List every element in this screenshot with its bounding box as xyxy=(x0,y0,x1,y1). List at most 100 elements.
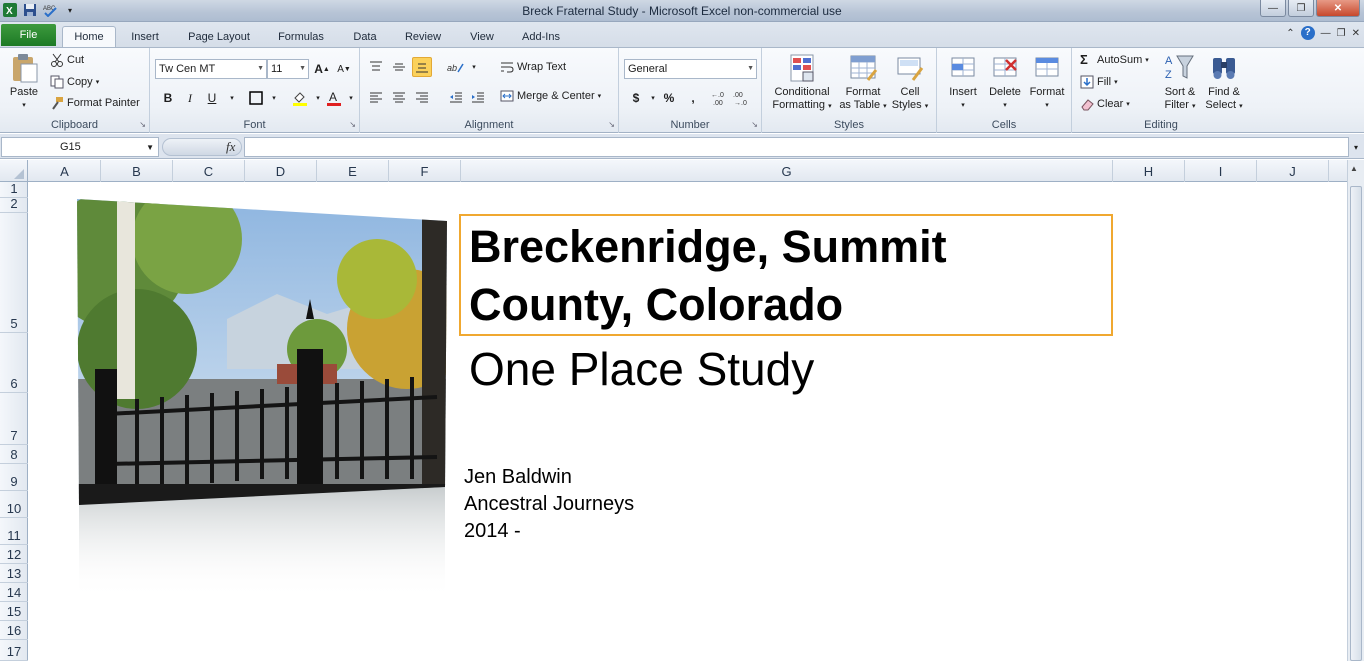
row-header[interactable]: 2 xyxy=(0,196,28,213)
column-header-e[interactable]: E xyxy=(317,160,389,182)
row-header[interactable]: 14 xyxy=(0,583,28,602)
conditional-formatting-button[interactable]: Conditional Formatting ▾ xyxy=(766,52,838,113)
help-icon[interactable]: ? xyxy=(1300,26,1315,40)
underline-dropdown-icon[interactable]: ▾ xyxy=(222,88,242,108)
clipboard-launcher-icon[interactable]: ↘ xyxy=(139,120,146,129)
name-box[interactable]: G15 ▼ xyxy=(1,137,159,157)
column-header-d[interactable]: D xyxy=(245,160,317,182)
align-bottom-icon[interactable] xyxy=(412,57,432,77)
align-right-icon[interactable] xyxy=(412,88,432,108)
column-header-j[interactable]: J xyxy=(1257,160,1329,182)
number-launcher-icon[interactable]: ↘ xyxy=(751,120,758,129)
number-format-select[interactable]: General ▼ xyxy=(624,59,757,79)
cut-button[interactable]: Cut xyxy=(50,53,84,67)
orientation-dropdown-icon[interactable]: ▾ xyxy=(464,57,484,77)
close-icon[interactable]: ✕ xyxy=(1316,0,1360,17)
row-header[interactable]: 5 xyxy=(0,213,28,333)
column-header-a[interactable]: A xyxy=(29,160,101,182)
tab-review[interactable]: Review xyxy=(396,26,450,47)
breckenridge-photo[interactable] xyxy=(77,199,447,599)
row-header[interactable]: 7 xyxy=(0,393,28,445)
borders-icon[interactable] xyxy=(246,88,266,108)
tab-page-layout[interactable]: Page Layout xyxy=(178,26,260,47)
sheet-title[interactable]: Breckenridge, Summit County, Colorado xyxy=(469,218,947,334)
row-header[interactable]: 17 xyxy=(0,640,28,661)
column-header-b[interactable]: B xyxy=(101,160,173,182)
paste-button[interactable]: Paste ▾ xyxy=(6,52,42,112)
scrollbar-thumb[interactable] xyxy=(1350,186,1362,661)
increase-decimal-icon[interactable]: ←.0.00 xyxy=(711,88,731,108)
autosum-button[interactable]: Σ AutoSum ▾ xyxy=(1080,53,1149,67)
tab-file[interactable]: File xyxy=(1,24,56,46)
fill-button[interactable]: Fill ▾ xyxy=(1080,75,1118,89)
column-header-h[interactable]: H xyxy=(1113,160,1185,182)
workbook-restore-icon[interactable]: ❐ xyxy=(1337,28,1346,39)
row-header[interactable]: 6 xyxy=(0,333,28,393)
wrap-text-button[interactable]: Wrap Text xyxy=(500,60,566,74)
column-header-g[interactable]: G xyxy=(461,160,1113,182)
row-header[interactable]: 16 xyxy=(0,621,28,640)
vertical-scrollbar[interactable]: ▲ xyxy=(1347,160,1364,661)
restore-icon[interactable]: ❐ xyxy=(1288,0,1314,17)
scroll-up-icon[interactable]: ▲ xyxy=(1350,164,1358,173)
grow-font-icon[interactable]: A ▲ xyxy=(312,59,332,79)
insert-cells-button[interactable]: Insert ▾ xyxy=(943,52,983,112)
row-header[interactable]: 8 xyxy=(0,445,28,464)
format-cells-button[interactable]: Format ▾ xyxy=(1027,52,1067,112)
find-select-button[interactable]: Find & Select ▾ xyxy=(1202,52,1246,113)
minimize-ribbon-icon[interactable]: ⌃ xyxy=(1286,28,1294,39)
align-center-icon[interactable] xyxy=(389,88,409,108)
delete-cells-button[interactable]: Delete ▾ xyxy=(985,52,1025,112)
workbook-minimize-icon[interactable]: — xyxy=(1321,28,1331,39)
author-cell[interactable]: Jen Baldwin xyxy=(464,466,572,489)
row-header[interactable]: 10 xyxy=(0,491,28,518)
cell-styles-button[interactable]: Cell Styles ▾ xyxy=(888,52,932,113)
tab-view[interactable]: View xyxy=(460,26,504,47)
year-cell[interactable]: 2014 - xyxy=(464,520,521,543)
alignment-launcher-icon[interactable]: ↘ xyxy=(608,120,615,129)
clear-button[interactable]: Clear ▾ xyxy=(1080,97,1130,111)
formula-input[interactable] xyxy=(244,137,1349,157)
bold-button[interactable]: B xyxy=(158,88,178,108)
borders-dropdown-icon[interactable]: ▾ xyxy=(264,88,284,108)
merge-center-button[interactable]: Merge & Center ▾ xyxy=(500,89,601,103)
format-painter-button[interactable]: Format Painter xyxy=(50,96,140,110)
row-header[interactable]: 11 xyxy=(0,518,28,545)
fill-color-icon[interactable] xyxy=(290,88,310,108)
align-middle-icon[interactable] xyxy=(389,57,409,77)
increase-indent-icon[interactable] xyxy=(468,88,488,108)
row-header[interactable]: 12 xyxy=(0,545,28,564)
decrease-indent-icon[interactable] xyxy=(446,88,466,108)
font-name-select[interactable]: Tw Cen MT ▼ xyxy=(155,59,267,79)
copy-button[interactable]: Copy ▾ xyxy=(50,75,99,89)
italic-button[interactable]: I xyxy=(180,88,200,108)
comma-button[interactable]: , xyxy=(683,88,703,108)
tab-add-ins[interactable]: Add-Ins xyxy=(512,26,570,47)
row-header[interactable]: 15 xyxy=(0,602,28,621)
format-as-table-button[interactable]: Format as Table ▾ xyxy=(838,52,888,113)
align-top-icon[interactable] xyxy=(366,57,386,77)
insert-function-icon[interactable]: fx xyxy=(226,139,235,155)
column-header-c[interactable]: C xyxy=(173,160,245,182)
tab-formulas[interactable]: Formulas xyxy=(268,26,334,47)
font-size-select[interactable]: 11 ▼ xyxy=(267,59,309,79)
column-header-f[interactable]: F xyxy=(389,160,461,182)
sheet-subtitle[interactable]: One Place Study xyxy=(469,343,814,395)
minimize-icon[interactable]: — xyxy=(1260,0,1286,17)
column-header-i[interactable]: I xyxy=(1185,160,1257,182)
tab-insert[interactable]: Insert xyxy=(122,26,168,47)
row-header[interactable]: 13 xyxy=(0,564,28,583)
sort-filter-button[interactable]: AZ Sort & Filter ▾ xyxy=(1160,52,1200,113)
font-color-dropdown-icon[interactable]: ▾ xyxy=(341,88,361,108)
workbook-close-icon[interactable]: ✕ xyxy=(1352,28,1360,39)
font-launcher-icon[interactable]: ↘ xyxy=(349,120,356,129)
row-header[interactable]: 9 xyxy=(0,464,28,491)
percent-button[interactable]: % xyxy=(659,88,679,108)
select-all-button[interactable] xyxy=(0,160,28,182)
chevron-down-icon[interactable]: ▼ xyxy=(146,143,154,152)
tab-home[interactable]: Home xyxy=(62,26,116,47)
decrease-decimal-icon[interactable]: .00 →.0 xyxy=(733,88,753,108)
tab-data[interactable]: Data xyxy=(344,26,386,47)
align-left-icon[interactable] xyxy=(366,88,386,108)
organization-cell[interactable]: Ancestral Journeys xyxy=(464,493,634,516)
